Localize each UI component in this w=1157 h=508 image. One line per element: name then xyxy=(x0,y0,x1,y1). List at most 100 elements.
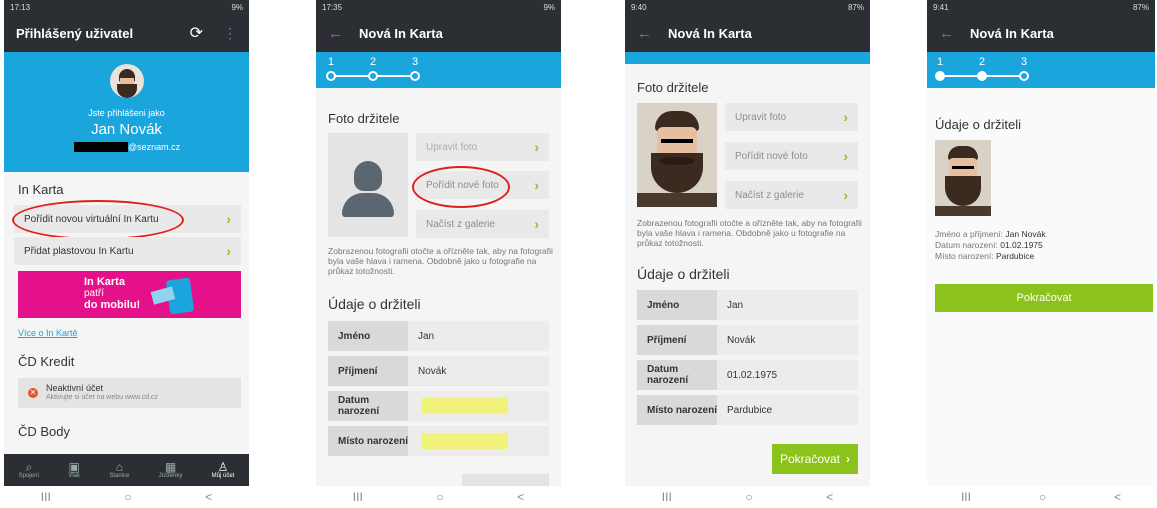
page-title: Přihlášený uživatel xyxy=(16,25,134,41)
edit-photo-button[interactable]: Upravit foto › xyxy=(725,103,858,131)
avatar xyxy=(110,64,144,98)
more-about-inkarta-link[interactable]: Více o In Kartě xyxy=(18,328,78,338)
screen-new-card-step1: 17:35 9% ← Nová In Karta 1 2 3 Foto drži… xyxy=(316,0,561,508)
birth-place-value[interactable]: Pardubice xyxy=(717,395,858,425)
status-time: 17:13 xyxy=(10,2,31,12)
continue-label: Pokračovat xyxy=(779,452,841,466)
home-button[interactable]: ○ xyxy=(745,490,752,504)
step-3-label: 3 xyxy=(1021,56,1028,68)
bottom-tab-bar: ⌕ Spojení ▣ Vlak ⌂ Stanice ▦ Jízdenky ♙ Můj ú… xyxy=(4,454,249,486)
load-gallery-label: Načíst z galerie xyxy=(426,218,495,230)
edit-photo-label: Upravit foto xyxy=(735,111,787,123)
back-button[interactable]: < xyxy=(826,490,833,504)
back-arrow-icon[interactable]: ← xyxy=(637,25,652,42)
surname-value[interactable]: Novák xyxy=(717,325,858,355)
user-email: @seznam.cz xyxy=(74,142,180,152)
birth-place-field[interactable]: Místo narození xyxy=(328,426,549,456)
app-bar: ← Nová In Karta xyxy=(927,14,1155,52)
tab-stations[interactable]: ⌂ Stanice xyxy=(109,461,129,479)
birth-date-value[interactable] xyxy=(408,391,549,421)
recents-button[interactable]: III xyxy=(961,490,971,504)
home-button[interactable]: ○ xyxy=(1039,490,1046,504)
banner-line2: patří xyxy=(84,288,105,299)
back-button[interactable]: < xyxy=(1114,490,1121,504)
home-button[interactable]: ○ xyxy=(124,490,131,504)
summary-name-row: Jméno a příjmení: Jan Novák xyxy=(935,229,1046,240)
status-bar: 9:40 87% xyxy=(625,0,870,14)
tab-connections[interactable]: ⌕ Spojení xyxy=(19,461,39,479)
section-data-title: Údaje o držiteli xyxy=(637,266,730,282)
page-title: Nová In Karta xyxy=(359,25,443,41)
surname-field[interactable]: Příjmení Novák xyxy=(637,325,858,355)
chevron-right-icon: › xyxy=(534,139,539,155)
name-value[interactable]: Jan xyxy=(717,290,858,320)
app-bar: ← Nová In Karta xyxy=(316,14,561,52)
tab-train[interactable]: ▣ Vlak xyxy=(68,461,80,479)
page-title: Nová In Karta xyxy=(668,25,752,41)
continue-button[interactable]: Pokračovat › xyxy=(772,444,858,474)
tab-label: Vlak xyxy=(68,473,80,479)
tab-my-account[interactable]: ♙ Můj účet xyxy=(212,461,235,479)
step-1-dot xyxy=(326,71,336,81)
take-photo-label: Pořídit nové foto xyxy=(735,150,808,162)
name-label: Jméno xyxy=(637,290,717,320)
birth-date-label: Datum narození: xyxy=(935,240,998,250)
load-gallery-button[interactable]: Načíst z galerie › xyxy=(416,210,549,238)
name-value[interactable]: Jan xyxy=(408,321,549,351)
load-gallery-button[interactable]: Načíst z galerie › xyxy=(725,181,858,209)
add-plastic-card-button[interactable]: Přidat plastovou In Kartu › xyxy=(14,237,241,265)
step-2-dot xyxy=(977,71,987,81)
home-button[interactable]: ○ xyxy=(436,490,443,504)
photo-instructions: Zobrazenou fotografii otočte a ořízněte … xyxy=(328,246,553,276)
birth-date-value[interactable]: 01.02.1975 xyxy=(717,360,858,390)
back-arrow-icon[interactable]: ← xyxy=(939,25,954,42)
birth-place-label: Místo narození: xyxy=(935,251,994,261)
stepper-strip xyxy=(625,52,870,64)
email-suffix: @seznam.cz xyxy=(128,142,181,152)
recents-button[interactable]: III xyxy=(41,490,51,504)
back-arrow-icon[interactable]: ← xyxy=(328,25,343,42)
system-nav-bar: III ○ < xyxy=(625,486,870,508)
back-button[interactable]: < xyxy=(205,490,212,504)
take-photo-button[interactable]: Pořídit nové foto › xyxy=(725,142,858,170)
continue-button-partial[interactable] xyxy=(462,474,549,486)
back-button[interactable]: < xyxy=(517,490,524,504)
name-field[interactable]: Jméno Jan xyxy=(637,290,858,320)
more-menu-icon[interactable]: ⋮ xyxy=(223,25,237,42)
birth-date-field[interactable]: Datum narození 01.02.1975 xyxy=(637,360,858,390)
inactive-account-box[interactable]: ✕ Neaktivní účet Aktivujte si účet na we… xyxy=(18,378,241,408)
tab-label: Jízdenky xyxy=(158,473,183,479)
birth-place-field[interactable]: Místo narození Pardubice xyxy=(637,395,858,425)
edit-photo-button[interactable]: Upravit foto › xyxy=(416,133,549,161)
user-header: Jste přihlášeni jako Jan Novák @seznam.c… xyxy=(4,52,249,172)
surname-value[interactable]: Novák xyxy=(408,356,549,386)
step-1-dot xyxy=(935,71,945,81)
search-icon: ⌕ xyxy=(25,460,33,474)
birth-date-label: Datum narození xyxy=(637,360,717,390)
inkarta-banner[interactable]: In Karta patří do mobilu! xyxy=(18,271,241,318)
tab-label: Stanice xyxy=(109,473,130,479)
refresh-icon[interactable]: ⟳ xyxy=(190,23,203,43)
section-body-title: ČD Body xyxy=(18,424,71,439)
stepper: 1 2 3 xyxy=(316,52,561,88)
birth-date-field[interactable]: Datum narození xyxy=(328,391,549,421)
recents-button[interactable]: III xyxy=(353,490,363,504)
surname-field[interactable]: Příjmení Novák xyxy=(328,356,549,386)
tab-tickets[interactable]: ▦ Jízdenky xyxy=(159,461,183,479)
birth-date-value: 01.02.1975 xyxy=(1000,240,1043,250)
chevron-right-icon: › xyxy=(226,243,231,259)
continue-button[interactable]: Pokračovat xyxy=(935,284,1153,312)
birth-place-value[interactable] xyxy=(408,426,549,456)
user-name: Jan Novák xyxy=(91,121,162,138)
chevron-right-icon: › xyxy=(843,148,848,164)
name-field[interactable]: Jméno Jan xyxy=(328,321,549,351)
recents-button[interactable]: III xyxy=(662,490,672,504)
status-time: 17:35 xyxy=(322,2,343,12)
person-silhouette-icon xyxy=(354,161,382,191)
system-nav-bar: III ○ < xyxy=(4,486,249,508)
holder-photo xyxy=(935,140,991,216)
redaction-highlight xyxy=(422,398,508,414)
section-kredit-title: ČD Kredit xyxy=(18,354,75,369)
status-time: 9:41 xyxy=(933,2,949,12)
home-icon: ⌂ xyxy=(115,460,123,474)
